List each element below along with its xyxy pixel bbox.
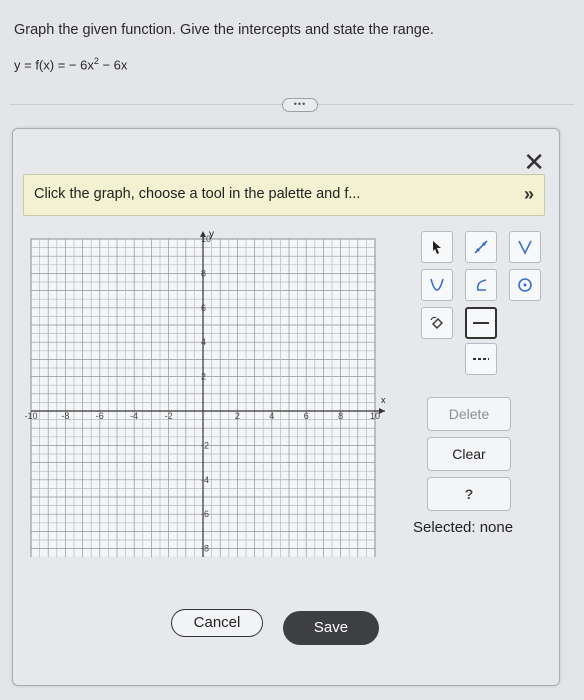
x-tick-label: 8: [338, 411, 343, 421]
delete-button[interactable]: Delete: [427, 397, 511, 431]
y-tick-label: 10: [201, 234, 211, 244]
x-tick-label: -2: [165, 411, 173, 421]
absolute-value-tool-icon[interactable]: [509, 231, 541, 263]
help-button[interactable]: ?: [427, 477, 511, 511]
instruction-text: Click the graph, choose a tool in the pa…: [34, 186, 361, 202]
instruction-bar[interactable]: Click the graph, choose a tool in the pa…: [23, 174, 545, 216]
y-tick-label: 6: [201, 303, 206, 313]
parabola-tool-icon[interactable]: [421, 269, 453, 301]
solid-line-tool-icon[interactable]: [465, 307, 497, 339]
y-tick-label: -8: [201, 544, 209, 554]
y-tick-label: 4: [201, 337, 206, 347]
x-tick-label: 6: [304, 411, 309, 421]
clear-button[interactable]: Clear: [427, 437, 511, 471]
x-tick-label: -4: [130, 411, 138, 421]
point-tool-icon[interactable]: [421, 231, 453, 263]
graph-canvas[interactable]: xy-10-8-6-4-2246810108642-2-4-6-8-10: [24, 227, 395, 588]
x-tick-label: -10: [25, 411, 38, 421]
curve-tool-icon[interactable]: [465, 269, 497, 301]
graph-area[interactable]: xy-10-8-6-4-2246810108642-2-4-6-8-10: [24, 227, 395, 588]
x-tick-label: -8: [61, 411, 69, 421]
x-tick-label: 2: [235, 411, 240, 421]
question-text: Graph the given function. Give the inter…: [14, 22, 434, 38]
expand-icon[interactable]: »: [524, 184, 534, 205]
y-tick-label: -4: [201, 475, 209, 485]
function-expression: y = f(x) = − 6x2 − 6x: [14, 56, 127, 72]
y-tick-label: -2: [201, 440, 209, 450]
x-axis-label: x: [381, 395, 386, 405]
fill-tool-icon[interactable]: [421, 307, 453, 339]
x-tick-label: 4: [269, 411, 274, 421]
circle-tool-icon[interactable]: [509, 269, 541, 301]
y-tick-label: -6: [201, 509, 209, 519]
selected-status: Selected: none: [413, 519, 514, 536]
graph-dialog: ✕ ➤ Click the graph, choose a tool in th…: [12, 128, 560, 686]
function-tail: − 6x: [98, 57, 128, 73]
save-button[interactable]: Save: [283, 611, 379, 645]
line-tool-icon[interactable]: [465, 231, 497, 263]
close-icon[interactable]: ✕: [523, 149, 545, 175]
dashed-line-tool-icon[interactable]: [465, 343, 497, 375]
y-tick-label: 2: [201, 372, 206, 382]
function-main: y = f(x) = − 6x: [14, 57, 94, 73]
x-tick-label: 10: [370, 411, 380, 421]
y-tick-label: 8: [201, 268, 206, 278]
x-tick-label: -6: [96, 411, 104, 421]
more-button[interactable]: •••: [282, 98, 318, 112]
cancel-button[interactable]: Cancel: [171, 609, 263, 637]
